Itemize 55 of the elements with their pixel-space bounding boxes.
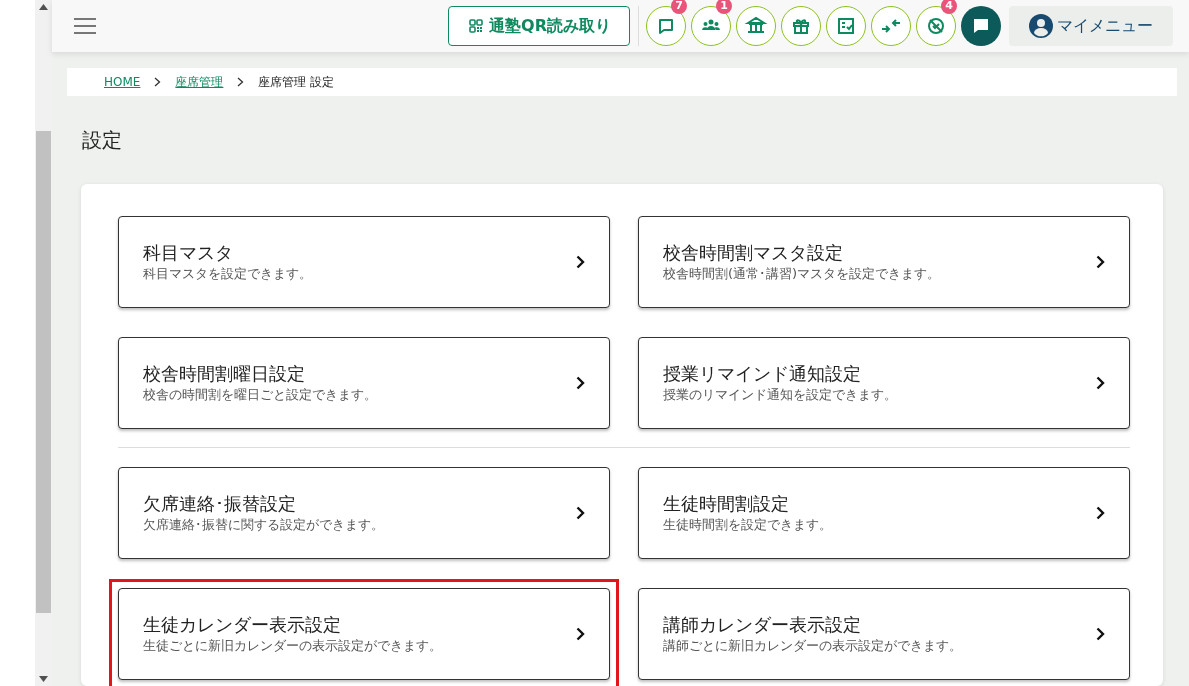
settings-card[interactable]: 欠席連絡･振替設定 欠席連絡･振替に関する設定ができます。	[118, 467, 610, 559]
settings-card[interactable]: 生徒時間割設定 生徒時間割を設定できます。	[638, 467, 1130, 559]
message-button[interactable]	[961, 6, 1001, 46]
breadcrumb-separator-icon	[154, 77, 162, 87]
settings-card[interactable]: 生徒カレンダー表示設定 生徒ごとに新旧カレンダーの表示設定ができます。	[118, 588, 610, 680]
card-description: 講師ごとに新旧カレンダーの表示設定ができます。	[663, 637, 962, 655]
chevron-right-icon	[1096, 376, 1105, 390]
card-title: 校舎時間割マスタ設定	[663, 241, 843, 265]
settings-card[interactable]: 校舎時間割マスタ設定 校舎時間割(通常･講習)マスタを設定できます。	[638, 216, 1130, 308]
card-title: 生徒時間割設定	[663, 492, 789, 516]
qr-code-icon	[469, 19, 484, 33]
breadcrumb-current: 座席管理 設定	[258, 73, 335, 91]
user-avatar-icon	[1029, 14, 1053, 38]
settings-card[interactable]: 科目マスタ 科目マスタを設定できます。	[118, 216, 610, 308]
settings-card[interactable]: 校舎時間割曜日設定 校舎の時間割を曜日ごと設定できます。	[118, 337, 610, 429]
card-description: 欠席連絡･振替に関する設定ができます。	[143, 516, 384, 534]
scrollbar-thumb[interactable]	[36, 131, 51, 613]
notification-badge: 4	[941, 0, 957, 14]
qr-reader-button[interactable]: 通塾QR読み取り	[448, 6, 630, 46]
breadcrumb-link[interactable]: HOME	[104, 75, 141, 89]
page-title: 設定	[82, 127, 123, 154]
chevron-right-icon	[576, 506, 585, 520]
toolbar-icon-button[interactable]	[871, 6, 911, 46]
chevron-right-icon	[576, 627, 585, 641]
settings-card[interactable]: 講師カレンダー表示設定 講師ごとに新旧カレンダーの表示設定ができます。	[638, 588, 1130, 680]
card-title: 校舎時間割曜日設定	[143, 362, 305, 386]
breadcrumb-link[interactable]: 座席管理	[175, 73, 224, 91]
chevron-right-icon	[1096, 255, 1105, 269]
card-title: 生徒カレンダー表示設定	[143, 613, 341, 637]
chevron-right-icon	[576, 255, 585, 269]
card-description: 校舎時間割(通常･講習)マスタを設定できます。	[663, 265, 941, 283]
chevron-right-icon	[1096, 627, 1105, 641]
card-title: 講師カレンダー表示設定	[663, 613, 861, 637]
card-title: 欠席連絡･振替設定	[143, 492, 296, 516]
scroll-up-arrow-icon[interactable]	[39, 4, 48, 10]
menu-icon[interactable]	[74, 18, 96, 34]
notification-badge: 1	[716, 0, 732, 14]
card-title: 科目マスタ	[143, 241, 233, 265]
breadcrumb-separator-icon	[237, 77, 245, 87]
scroll-down-arrow-icon[interactable]	[39, 676, 48, 682]
card-title: 授業リマインド通知設定	[663, 362, 861, 386]
card-description: 科目マスタを設定できます。	[143, 265, 312, 283]
chat-bubble-icon	[971, 16, 991, 36]
chevron-right-icon	[576, 376, 585, 390]
toolbar-icon-button[interactable]	[826, 6, 866, 46]
notification-badge: 7	[671, 0, 687, 14]
chevron-right-icon	[1096, 506, 1105, 520]
card-description: 授業のリマインド通知を設定できます。	[663, 386, 897, 404]
toolbar-icon-button[interactable]	[781, 6, 821, 46]
card-description: 生徒時間割を設定できます。	[663, 516, 832, 534]
my-menu-button[interactable]: マイメニュー	[1009, 6, 1173, 46]
card-description: 校舎の時間割を曜日ごと設定できます。	[143, 386, 377, 404]
settings-card[interactable]: 授業リマインド通知設定 授業のリマインド通知を設定できます。	[638, 337, 1130, 429]
card-description: 生徒ごとに新旧カレンダーの表示設定ができます。	[143, 637, 442, 655]
toolbar-icon-button[interactable]	[736, 6, 776, 46]
